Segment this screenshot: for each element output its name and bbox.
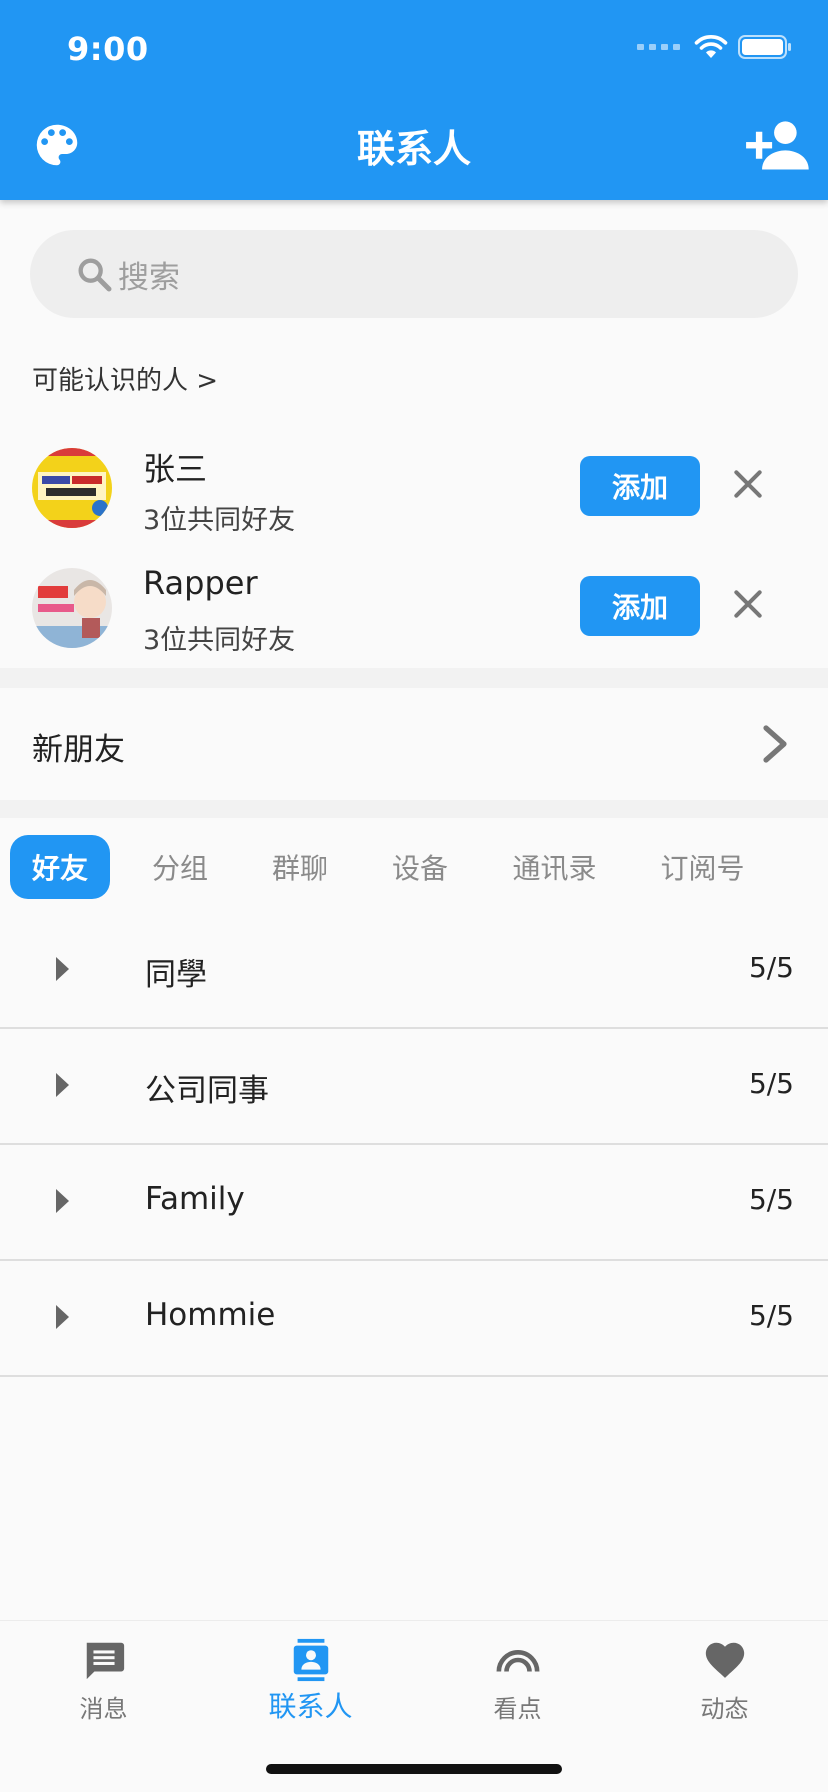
contacts-icon: [293, 1638, 328, 1682]
search-icon: [78, 258, 112, 292]
group-online-count: 5/5: [748, 1067, 794, 1100]
nav-label: 动态: [700, 1695, 749, 1723]
suggestion-name: Rapper: [143, 564, 258, 602]
tab-group-chats[interactable]: 群聊: [250, 835, 350, 899]
group-name: Family: [145, 1181, 245, 1217]
friend-group-row[interactable]: Family 5/5: [0, 1145, 828, 1261]
add-contact-icon[interactable]: [746, 118, 810, 172]
close-icon[interactable]: [728, 584, 768, 624]
caret-right-icon: [56, 1305, 69, 1329]
section-divider: [0, 668, 828, 688]
signal-icon: [637, 44, 680, 50]
nav-moments[interactable]: 动态: [621, 1637, 828, 1747]
heart-icon: [705, 1642, 744, 1678]
mutual-friends-count: 3位共同好友: [143, 625, 296, 656]
rainbow-icon: [496, 1650, 539, 1672]
battery-icon: [738, 35, 792, 59]
message-icon: [86, 1642, 124, 1680]
page-title: 联系人: [356, 127, 471, 171]
tab-subscriptions[interactable]: 订阅号: [645, 835, 760, 899]
suggestion-row: Rapper 3位共同好友 添加: [0, 556, 828, 674]
new-friends-label: 新朋友: [32, 732, 125, 768]
home-indicator[interactable]: [266, 1764, 562, 1774]
people-you-may-know-link[interactable]: 可能认识的人 >: [32, 360, 218, 397]
nav-label: 联系人: [268, 1690, 353, 1723]
nav-highlights[interactable]: 看点: [414, 1637, 621, 1747]
new-friends-row[interactable]: 新朋友: [0, 688, 828, 800]
tab-devices[interactable]: 设备: [370, 835, 470, 899]
status-time: 9:00: [67, 30, 149, 68]
group-online-count: 5/5: [748, 1183, 794, 1216]
wifi-icon: [694, 34, 728, 60]
caret-right-icon: [56, 1073, 69, 1097]
search-placeholder: 搜索: [118, 259, 180, 296]
group-online-count: 5/5: [748, 1299, 794, 1332]
nav-contacts[interactable]: 联系人: [207, 1637, 414, 1747]
add-friend-button[interactable]: 添加: [580, 576, 700, 636]
contact-category-tabs: 好友 分组 群聊 设备 通讯录 订阅号: [0, 818, 828, 908]
nav-label: 消息: [79, 1695, 128, 1723]
suggestion-name: 张三: [143, 450, 208, 488]
friend-group-row[interactable]: 同學 5/5: [0, 913, 828, 1029]
contacts-screen: 9:00 联系人 搜索 可能认识的人 > 张三 3位共同好友 添加 Rapper…: [0, 0, 828, 1792]
status-indicators: [637, 34, 792, 60]
close-icon[interactable]: [728, 464, 768, 504]
friend-group-row[interactable]: 公司同事 5/5: [0, 1029, 828, 1145]
group-online-count: 5/5: [748, 951, 794, 984]
group-name: 公司同事: [145, 1073, 269, 1109]
chevron-right-icon: [763, 725, 787, 763]
mutual-friends-count: 3位共同好友: [143, 505, 296, 536]
group-name: 同學: [145, 957, 207, 993]
tab-groups[interactable]: 分组: [130, 835, 230, 899]
friend-group-row[interactable]: Hommie 5/5: [0, 1261, 828, 1377]
tab-friends[interactable]: 好友: [10, 835, 110, 899]
avatar[interactable]: [32, 448, 112, 528]
caret-right-icon: [56, 957, 69, 981]
nav-label: 看点: [493, 1695, 542, 1723]
suggestion-row: 张三 3位共同好友 添加: [0, 436, 828, 554]
tab-address-book[interactable]: 通讯录: [497, 835, 612, 899]
section-divider: [0, 800, 828, 818]
caret-right-icon: [56, 1189, 69, 1213]
group-name: Hommie: [145, 1297, 276, 1333]
avatar[interactable]: [32, 568, 112, 648]
add-friend-button[interactable]: 添加: [580, 456, 700, 516]
nav-messages[interactable]: 消息: [0, 1637, 207, 1747]
app-bar: 9:00 联系人: [0, 0, 828, 200]
search-bar[interactable]: 搜索: [30, 230, 798, 318]
